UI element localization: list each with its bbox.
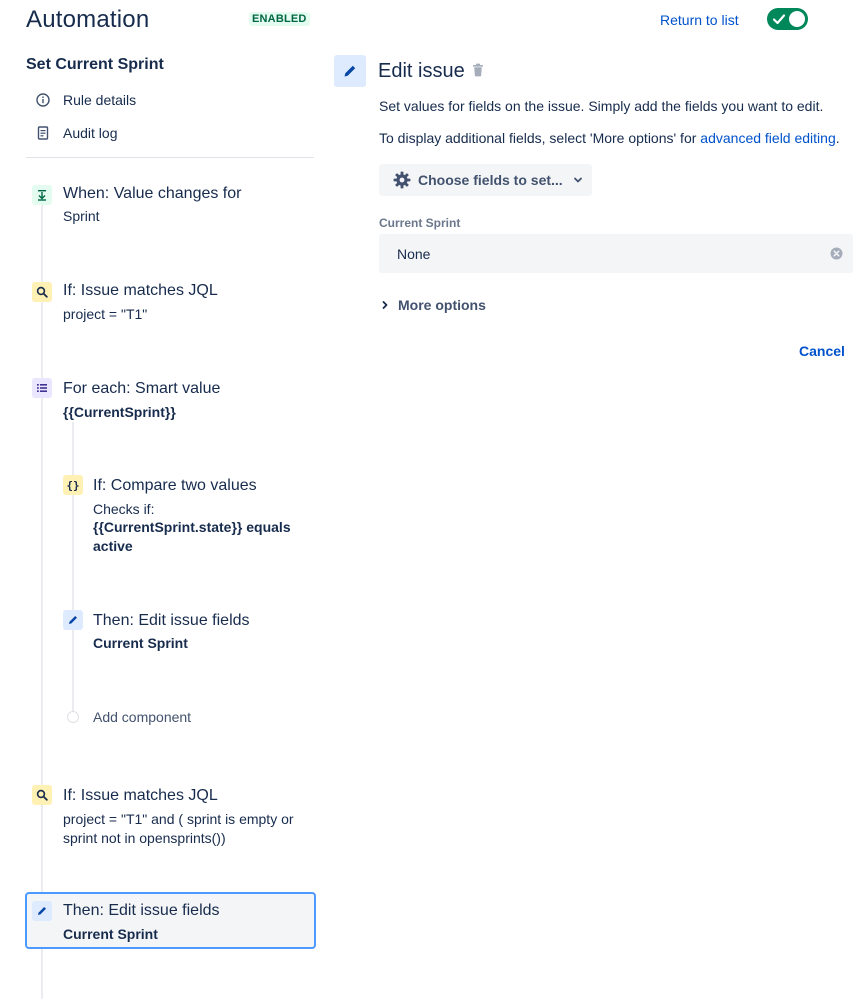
search-icon	[32, 282, 52, 302]
pencil-icon	[334, 55, 366, 87]
clear-icon[interactable]	[830, 247, 843, 260]
document-icon	[26, 126, 60, 140]
nav-audit-log[interactable]: Audit log	[26, 119, 314, 147]
rule-name: Set Current Sprint	[26, 56, 164, 73]
braces-icon: {}	[63, 475, 83, 495]
list-icon	[32, 378, 52, 398]
nested-action-detail: Current Sprint	[93, 635, 188, 651]
condition-detail: project = "T1"	[63, 306, 148, 322]
check-icon	[772, 14, 786, 25]
editor-hint-prefix: To display additional fields, select 'Mo…	[379, 130, 701, 146]
nested-condition-detail-prefix: Checks if:	[93, 501, 155, 517]
condition-title[interactable]: If: Issue matches JQL	[63, 787, 218, 805]
trigger-title[interactable]: When: Value changes for	[63, 185, 241, 203]
nested-condition-detail-line2: active	[93, 538, 133, 554]
pencil-icon	[32, 901, 52, 921]
flow-connector-line	[41, 205, 43, 999]
editor-title: Edit issue	[378, 60, 465, 82]
search-icon	[32, 785, 52, 805]
current-sprint-select[interactable]: None	[379, 234, 853, 273]
nested-condition-detail-line1: {{CurrentSprint.state}} equals	[93, 519, 291, 535]
editor-hint-suffix: .	[835, 130, 840, 146]
editor-description: Set values for fields on the issue. Simp…	[379, 98, 824, 114]
add-component-button[interactable]: Add component	[93, 709, 191, 725]
condition-detail-line1: project = "T1" and ( sprint is empty or	[63, 811, 294, 827]
choose-fields-button[interactable]: Choose fields to set...	[379, 164, 592, 196]
nested-action-title[interactable]: Then: Edit issue fields	[93, 612, 250, 630]
branch-title[interactable]: For each: Smart value	[63, 380, 220, 398]
condition-detail-line2: sprint not in opensprints())	[63, 830, 226, 846]
trash-icon[interactable]	[470, 62, 486, 78]
return-to-list-link[interactable]: Return to list	[660, 12, 739, 28]
trigger-icon	[32, 185, 52, 205]
cancel-button[interactable]: Cancel	[799, 343, 845, 359]
toggle-knob	[789, 11, 805, 27]
selected-action-detail: Current Sprint	[63, 926, 158, 942]
chevron-right-icon	[382, 301, 388, 309]
choose-fields-label: Choose fields to set...	[418, 172, 563, 188]
sidebar-divider	[26, 157, 314, 158]
editor-hint: To display additional fields, select 'Mo…	[379, 130, 840, 146]
status-badge: ENABLED	[249, 12, 310, 26]
branch-detail: {{CurrentSprint}}	[63, 404, 176, 420]
more-options-toggle[interactable]: More options	[380, 297, 486, 313]
more-options-label: More options	[398, 297, 486, 313]
add-component-dot	[67, 711, 79, 723]
nav-item-label: Audit log	[63, 125, 118, 141]
info-icon	[26, 93, 60, 107]
current-sprint-label: Current Sprint	[379, 216, 461, 230]
chevron-down-icon	[573, 177, 582, 183]
selected-action-title[interactable]: Then: Edit issue fields	[63, 902, 220, 920]
pencil-icon	[63, 610, 83, 630]
nav-rule-details[interactable]: Rule details	[26, 86, 314, 114]
condition-title[interactable]: If: Issue matches JQL	[63, 282, 218, 300]
nested-condition-title[interactable]: If: Compare two values	[93, 477, 257, 495]
page-title: Automation	[26, 6, 150, 33]
current-sprint-value: None	[397, 246, 431, 262]
branch-connector-line	[72, 422, 74, 722]
nav-item-label: Rule details	[63, 92, 137, 108]
trigger-detail: Sprint	[63, 208, 100, 224]
rule-enabled-toggle[interactable]	[767, 8, 808, 30]
gear-icon	[393, 171, 411, 189]
advanced-field-editing-link[interactable]: advanced field editing	[700, 130, 835, 146]
